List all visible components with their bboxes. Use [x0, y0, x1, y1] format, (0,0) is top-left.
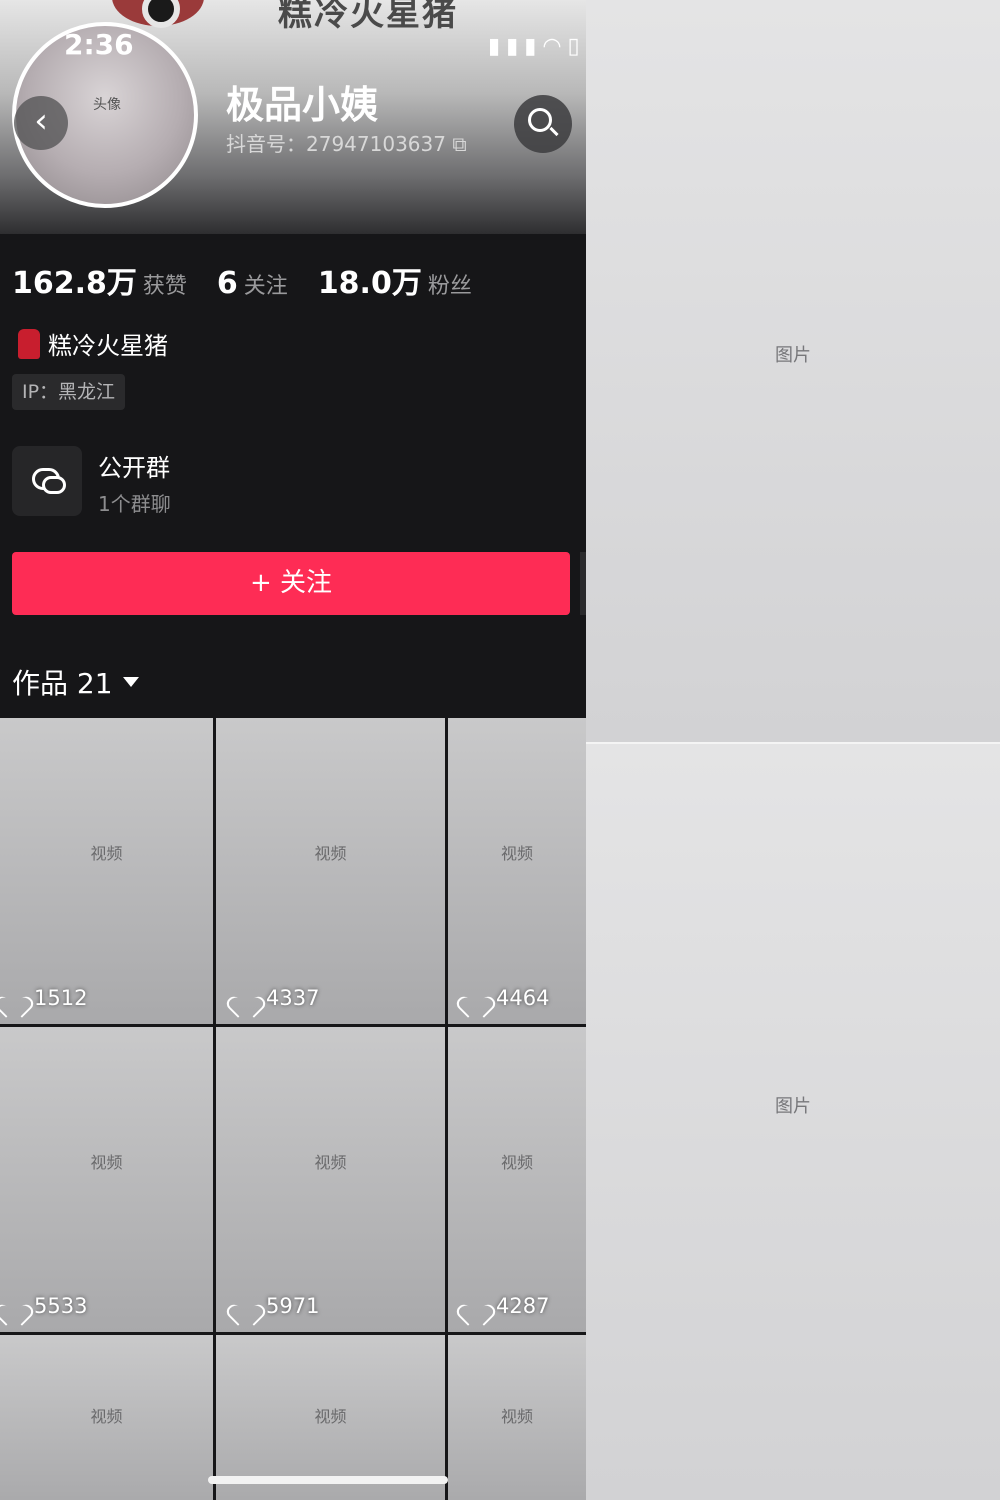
group-subtitle: 1个群聊 [98, 492, 171, 516]
avatar-placeholder: 头像 [93, 97, 121, 113]
stat-likes-label: 获赞 [142, 274, 187, 299]
work-item[interactable]: 视频 4287 [448, 1027, 586, 1332]
heart-icon [464, 988, 486, 1008]
preview-image-top: 图片 [586, 0, 1000, 742]
status-bar-time: 2:36 [64, 28, 134, 61]
heart-icon [234, 988, 256, 1008]
work-likes: 5971 [266, 1294, 320, 1318]
douyin-id-text: 抖音号：27947103637 [226, 132, 446, 156]
wifi-icon: ◠ [542, 34, 568, 59]
copy-icon[interactable]: ⧉ [452, 132, 466, 156]
chevron-left-icon: ‹ [34, 101, 48, 141]
search-button[interactable] [514, 95, 572, 153]
follow-button[interactable]: + 关注 [12, 552, 570, 615]
scarf-icon [18, 328, 40, 359]
work-likes: 5533 [34, 1294, 88, 1318]
work-likes: 1512 [34, 986, 88, 1010]
ip-location-tag: IP：黑龙江 [12, 374, 126, 410]
stat-following-label[interactable]: 关注 [244, 268, 288, 300]
profile-nickname: 极品小姨 [226, 83, 379, 127]
stat-likes-value: 162.8万 [12, 266, 137, 301]
profile-bio: 糕冷火星猪 [18, 326, 168, 361]
caret-down-icon [122, 677, 139, 687]
brand-watermark-text: 糕冷火星猪 [278, 0, 458, 34]
bio-text: 糕冷火星猪 [48, 332, 168, 360]
heart-icon [2, 988, 24, 1008]
status-bar-icons: ▮▮▮◠▯ [488, 34, 586, 59]
work-item[interactable]: 视频 4464 [448, 718, 586, 1024]
group-chat-button[interactable] [12, 446, 82, 516]
home-indicator[interactable] [208, 1476, 448, 1484]
heart-icon [464, 1296, 486, 1316]
profile-stats: 162.8万 获赞 6 关注 18.0万 粉丝 [12, 258, 502, 302]
douyin-id[interactable]: 抖音号：27947103637 ⧉ [226, 128, 467, 157]
stat-followers-value[interactable]: 18.0万 [318, 258, 422, 302]
work-likes: 4287 [496, 1294, 550, 1318]
group-title[interactable]: 公开群 [98, 448, 170, 483]
heart-icon [2, 1296, 24, 1316]
brand-logo-icon [112, 0, 204, 28]
work-likes: 4464 [496, 986, 550, 1010]
stat-followers-label[interactable]: 粉丝 [428, 268, 472, 300]
works-tab[interactable]: 作品 21 [12, 662, 139, 702]
signal-icon: ▮▮▮ [488, 34, 543, 59]
heart-icon [234, 1296, 256, 1316]
work-item[interactable]: 视频 5971 [216, 1027, 445, 1332]
back-button[interactable]: ‹ [14, 96, 68, 150]
profile-header-background: 糕冷火星猪 头像 2:36 ‹ ▮▮▮◠▯ 极品小姨 抖音号：279471036… [0, 0, 586, 234]
stat-following-value[interactable]: 6 [217, 266, 238, 301]
work-item[interactable]: 视频 5533 [0, 1027, 213, 1332]
preview-image-bottom: 图片 [586, 744, 1000, 1500]
profile-screen: 糕冷火星猪 头像 2:36 ‹ ▮▮▮◠▯ 极品小姨 抖音号：279471036… [0, 0, 586, 1500]
work-item[interactable]: 视频 [0, 1335, 213, 1500]
work-item[interactable]: 视频 1512 [0, 718, 213, 1024]
work-item[interactable]: 视频 4337 [216, 718, 445, 1024]
works-tab-label: 作品 21 [12, 667, 113, 700]
battery-icon: ▯ [567, 34, 586, 59]
work-likes: 4337 [266, 986, 320, 1010]
work-item[interactable]: 视频 [448, 1335, 586, 1500]
